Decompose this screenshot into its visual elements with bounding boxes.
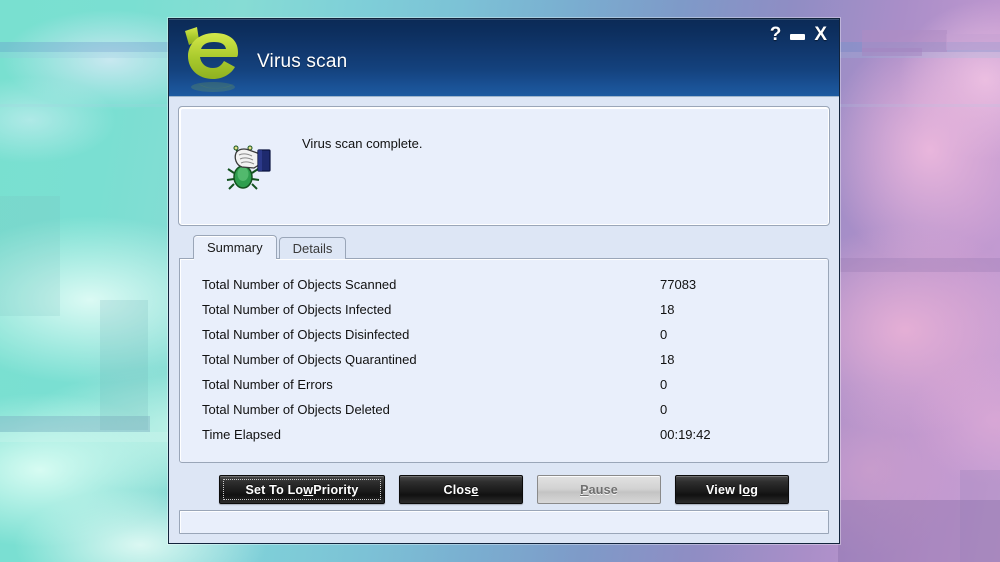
summary-value: 0 (660, 377, 810, 392)
tab-strip: Summary Details (179, 235, 829, 259)
button-accelerator: og (742, 483, 758, 497)
status-bar (179, 510, 829, 534)
virus-scan-window: Virus scan ? X (168, 18, 840, 544)
tab-summary[interactable]: Summary (193, 235, 277, 259)
summary-value: 18 (660, 302, 810, 317)
button-label-pre: View l (706, 483, 742, 497)
glitch-band (0, 196, 60, 316)
summary-row: Total Number of Objects Infected 18 (202, 297, 810, 322)
minimize-button[interactable] (790, 30, 805, 40)
action-button-row: Set To Low Priority Close Pause View log (179, 475, 829, 504)
summary-row: Total Number of Objects Quarantined 18 (202, 347, 810, 372)
hand-grabbing-virus-bug-icon (222, 137, 272, 193)
button-label-pre: Set To Lo (245, 483, 303, 497)
summary-label: Total Number of Objects Disinfected (202, 327, 660, 342)
summary-value: 77083 (660, 277, 810, 292)
summary-panel: Total Number of Objects Scanned 77083 To… (179, 258, 829, 463)
glitch-band (946, 34, 1000, 50)
button-accelerator: P (580, 483, 589, 497)
window-controls: ? X (770, 25, 827, 44)
glitch-band (862, 30, 947, 52)
glitch-band (838, 500, 1000, 562)
button-label-post: Priority (313, 483, 358, 497)
window-title: Virus scan (257, 19, 347, 97)
button-accelerator: e (471, 483, 478, 497)
tab-details[interactable]: Details (279, 237, 347, 259)
summary-label: Total Number of Objects Infected (202, 302, 660, 317)
glitch-band (960, 470, 1000, 562)
summary-row: Total Number of Errors 0 (202, 372, 810, 397)
glitch-band (0, 416, 150, 432)
scan-status-message: Virus scan complete. (302, 136, 422, 151)
summary-value: 00:19:42 (660, 427, 810, 442)
glitch-band (862, 48, 922, 56)
summary-row: Time Elapsed 00:19:42 (202, 422, 810, 447)
window-body: Virus scan complete. Summary Details Tot… (169, 97, 839, 504)
glitch-band (838, 258, 1000, 272)
summary-row: Total Number of Objects Scanned 77083 (202, 272, 810, 297)
desktop-wallpaper: Virus scan ? X (0, 0, 1000, 562)
window-titlebar[interactable]: Virus scan ? X (169, 19, 839, 97)
summary-row: Total Number of Objects Disinfected 0 (202, 322, 810, 347)
set-to-low-priority-button[interactable]: Set To Low Priority (219, 475, 385, 504)
close-button[interactable]: X (814, 25, 827, 44)
summary-label: Total Number of Objects Deleted (202, 402, 660, 417)
close-action-button[interactable]: Close (399, 475, 523, 504)
pause-button: Pause (537, 475, 661, 504)
summary-label: Total Number of Objects Scanned (202, 277, 660, 292)
summary-label: Time Elapsed (202, 427, 660, 442)
scan-status-panel: Virus scan complete. (179, 107, 829, 225)
summary-value: 0 (660, 327, 810, 342)
summary-row: Total Number of Objects Deleted 0 (202, 397, 810, 422)
button-accelerator: w (303, 483, 313, 497)
escan-e-logo-icon (177, 21, 249, 95)
summary-value: 18 (660, 352, 810, 367)
scan-results-tabs: Summary Details Total Number of Objects … (179, 235, 829, 463)
summary-label: Total Number of Objects Quarantined (202, 352, 660, 367)
view-log-button[interactable]: View log (675, 475, 789, 504)
glitch-band (100, 300, 148, 430)
summary-value: 0 (660, 402, 810, 417)
button-label-post: ause (589, 483, 618, 497)
summary-label: Total Number of Errors (202, 377, 660, 392)
button-label-pre: Clos (443, 483, 471, 497)
help-button[interactable]: ? (770, 25, 782, 44)
